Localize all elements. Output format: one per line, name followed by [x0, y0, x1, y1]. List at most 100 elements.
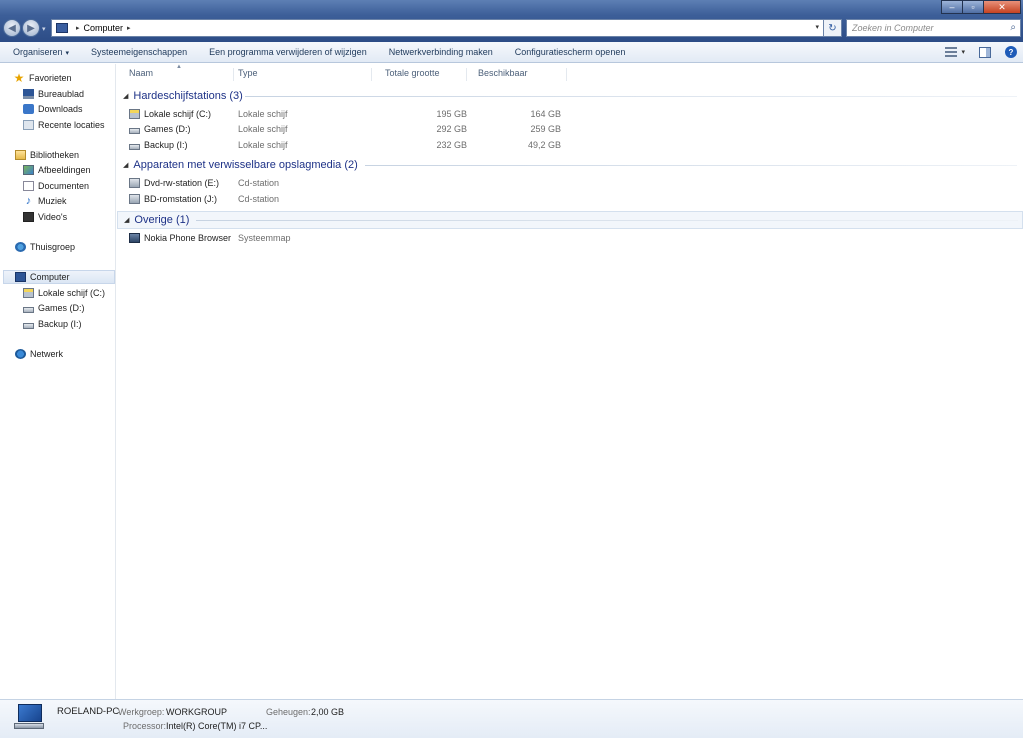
system-properties-button[interactable]: Systeemeigenschappen — [80, 47, 198, 57]
memory-value: 2,00 GB — [311, 707, 345, 717]
table-row[interactable]: Dvd-rw-station (E:) Cd-station — [129, 177, 569, 191]
item-type: Cd-station — [238, 194, 280, 204]
search-icon[interactable]: ⌕ — [1010, 22, 1016, 33]
collapse-icon[interactable]: ◢ — [123, 92, 128, 100]
videos-icon — [23, 212, 34, 222]
breadcrumb-computer[interactable]: Computer — [84, 23, 124, 33]
search-input[interactable] — [852, 23, 1002, 33]
column-header-free-space[interactable]: Beschikbaar — [467, 68, 567, 81]
table-row[interactable]: BD-romstation (J:) Cd-station — [129, 193, 569, 207]
nav-computer-label: Computer — [30, 272, 70, 282]
item-free-space: 259 GB — [530, 124, 561, 134]
organize-menu[interactable]: Organiseren ▾ — [0, 47, 80, 57]
computer-icon — [56, 23, 68, 33]
group-divider — [196, 220, 1018, 221]
preview-pane-icon[interactable] — [979, 46, 991, 58]
forward-button[interactable]: ▶ — [22, 19, 40, 37]
window-controls: – ▫ ✕ — [941, 0, 1021, 14]
item-type: Lokale schijf — [238, 109, 288, 119]
desktop-icon — [23, 89, 34, 99]
control-panel-button[interactable]: Configuratiescherm openen — [504, 47, 637, 57]
maximize-button[interactable]: ▫ — [962, 0, 984, 14]
uninstall-program-button[interactable]: Een programma verwijderen of wijzigen — [198, 47, 378, 57]
minimize-button[interactable]: – — [941, 0, 963, 14]
nav-music-label: Muziek — [38, 196, 67, 206]
drive-icon — [129, 127, 140, 134]
address-bar[interactable]: ▸ Computer ▸ ▾ — [51, 19, 824, 37]
close-button[interactable]: ✕ — [983, 0, 1021, 14]
nav-music[interactable]: ♪ Muziek — [23, 194, 67, 208]
breadcrumb-separator-after[interactable]: ▸ — [127, 24, 131, 32]
group-header-removable-storage[interactable]: ◢ Apparaten met verwisselbare opslagmedi… — [117, 157, 1023, 173]
view-options-dropdown[interactable]: ▾ — [961, 48, 965, 56]
group-header-other[interactable]: ◢ Overige (1) — [117, 211, 1023, 229]
libraries-icon — [15, 150, 26, 160]
nav-favorites-label: Favorieten — [29, 73, 72, 83]
nav-homegroup[interactable]: Thuisgroep — [15, 240, 75, 254]
table-row[interactable]: Games (D:) Lokale schijf 292 GB 259 GB — [129, 123, 569, 137]
computer-large-icon — [14, 704, 44, 730]
table-row[interactable]: Nokia Phone Browser Systeemmap — [129, 232, 569, 246]
nav-drive-c[interactable]: Lokale schijf (C:) — [23, 286, 105, 300]
processor-value: Intel(R) Core(TM) i7 CP... — [166, 721, 268, 731]
search-box[interactable]: ⌕ — [846, 19, 1021, 37]
item-type: Systeemmap — [238, 233, 291, 243]
group-header-hard-drives[interactable]: ◢ Hardeschijfstations (3) — [117, 88, 1023, 104]
nav-computer[interactable]: Computer — [3, 270, 115, 284]
item-name: Dvd-rw-station (E:) — [144, 178, 220, 188]
column-header-name-label: Naam — [129, 68, 154, 78]
nav-recent-places[interactable]: Recente locaties — [23, 118, 105, 132]
nav-pictures-label: Afbeeldingen — [38, 165, 91, 175]
nav-libraries[interactable]: Bibliotheken — [15, 148, 79, 162]
nav-videos[interactable]: Video's — [23, 210, 67, 224]
column-header-total-size[interactable]: Totale grootte — [373, 68, 467, 81]
item-free-space: 164 GB — [530, 109, 561, 119]
address-history-dropdown[interactable]: ▾ — [815, 23, 819, 31]
workgroup-value: WORKGROUP — [166, 707, 228, 717]
change-view-icon[interactable] — [945, 47, 958, 57]
pictures-icon — [23, 165, 34, 175]
group-divider — [245, 96, 1017, 97]
table-row[interactable]: Lokale schijf (C:) Lokale schijf 195 GB … — [129, 108, 569, 122]
nav-downloads[interactable]: Downloads — [23, 102, 83, 116]
homegroup-icon — [15, 242, 26, 252]
item-name: Lokale schijf (C:) — [144, 109, 212, 119]
processor-label: Processor: — [123, 721, 167, 731]
nav-downloads-label: Downloads — [38, 104, 83, 114]
network-icon — [15, 349, 26, 359]
nav-favorites[interactable]: ★ Favorieten — [13, 71, 72, 85]
refresh-button[interactable]: ↻ — [824, 19, 842, 37]
file-list: Naam ▲ Type Totale grootte Beschikbaar ◢… — [117, 64, 1023, 699]
drive-icon — [23, 322, 34, 329]
nav-network[interactable]: Netwerk — [15, 347, 63, 361]
nav-network-label: Netwerk — [30, 349, 64, 359]
star-icon: ★ — [13, 71, 25, 85]
title-bar: – ▫ ✕ ◀ ▶ ▾ ▸ Computer ▸ ▾ ↻ ⌕ — [0, 0, 1023, 42]
breadcrumb-separator[interactable]: ▸ — [76, 24, 80, 32]
item-name: Games (D:) — [144, 124, 191, 134]
nav-documents[interactable]: Documenten — [23, 179, 89, 193]
command-bar-right: ▾ ? — [945, 46, 1017, 58]
item-name: Nokia Phone Browser — [144, 233, 232, 243]
item-name: BD-romstation (J:) — [144, 194, 218, 204]
column-header-name[interactable]: Naam ▲ — [117, 64, 234, 81]
nav-libraries-label: Bibliotheken — [30, 150, 80, 160]
system-drive-icon — [129, 109, 140, 119]
nav-drive-i[interactable]: Backup (I:) — [23, 317, 82, 331]
music-icon: ♪ — [25, 195, 32, 207]
documents-icon — [23, 181, 34, 191]
map-network-drive-button[interactable]: Netwerkverbinding maken — [378, 47, 504, 57]
nav-pictures[interactable]: Afbeeldingen — [23, 163, 91, 177]
forward-arrow-icon: ▶ — [27, 22, 35, 34]
column-header-type[interactable]: Type — [226, 68, 372, 81]
back-button[interactable]: ◀ — [3, 19, 21, 37]
nav-desktop[interactable]: Bureaublad — [23, 87, 84, 101]
table-row[interactable]: Backup (I:) Lokale schijf 232 GB 49,2 GB — [129, 139, 569, 153]
nav-drive-d[interactable]: Games (D:) — [23, 301, 85, 315]
help-icon[interactable]: ? — [1005, 46, 1017, 58]
collapse-icon[interactable]: ◢ — [123, 161, 128, 169]
optical-drive-icon — [129, 194, 140, 204]
nav-videos-label: Video's — [38, 212, 68, 222]
recent-pages-button[interactable]: ▾ — [42, 25, 46, 33]
collapse-icon[interactable]: ◢ — [124, 216, 129, 224]
